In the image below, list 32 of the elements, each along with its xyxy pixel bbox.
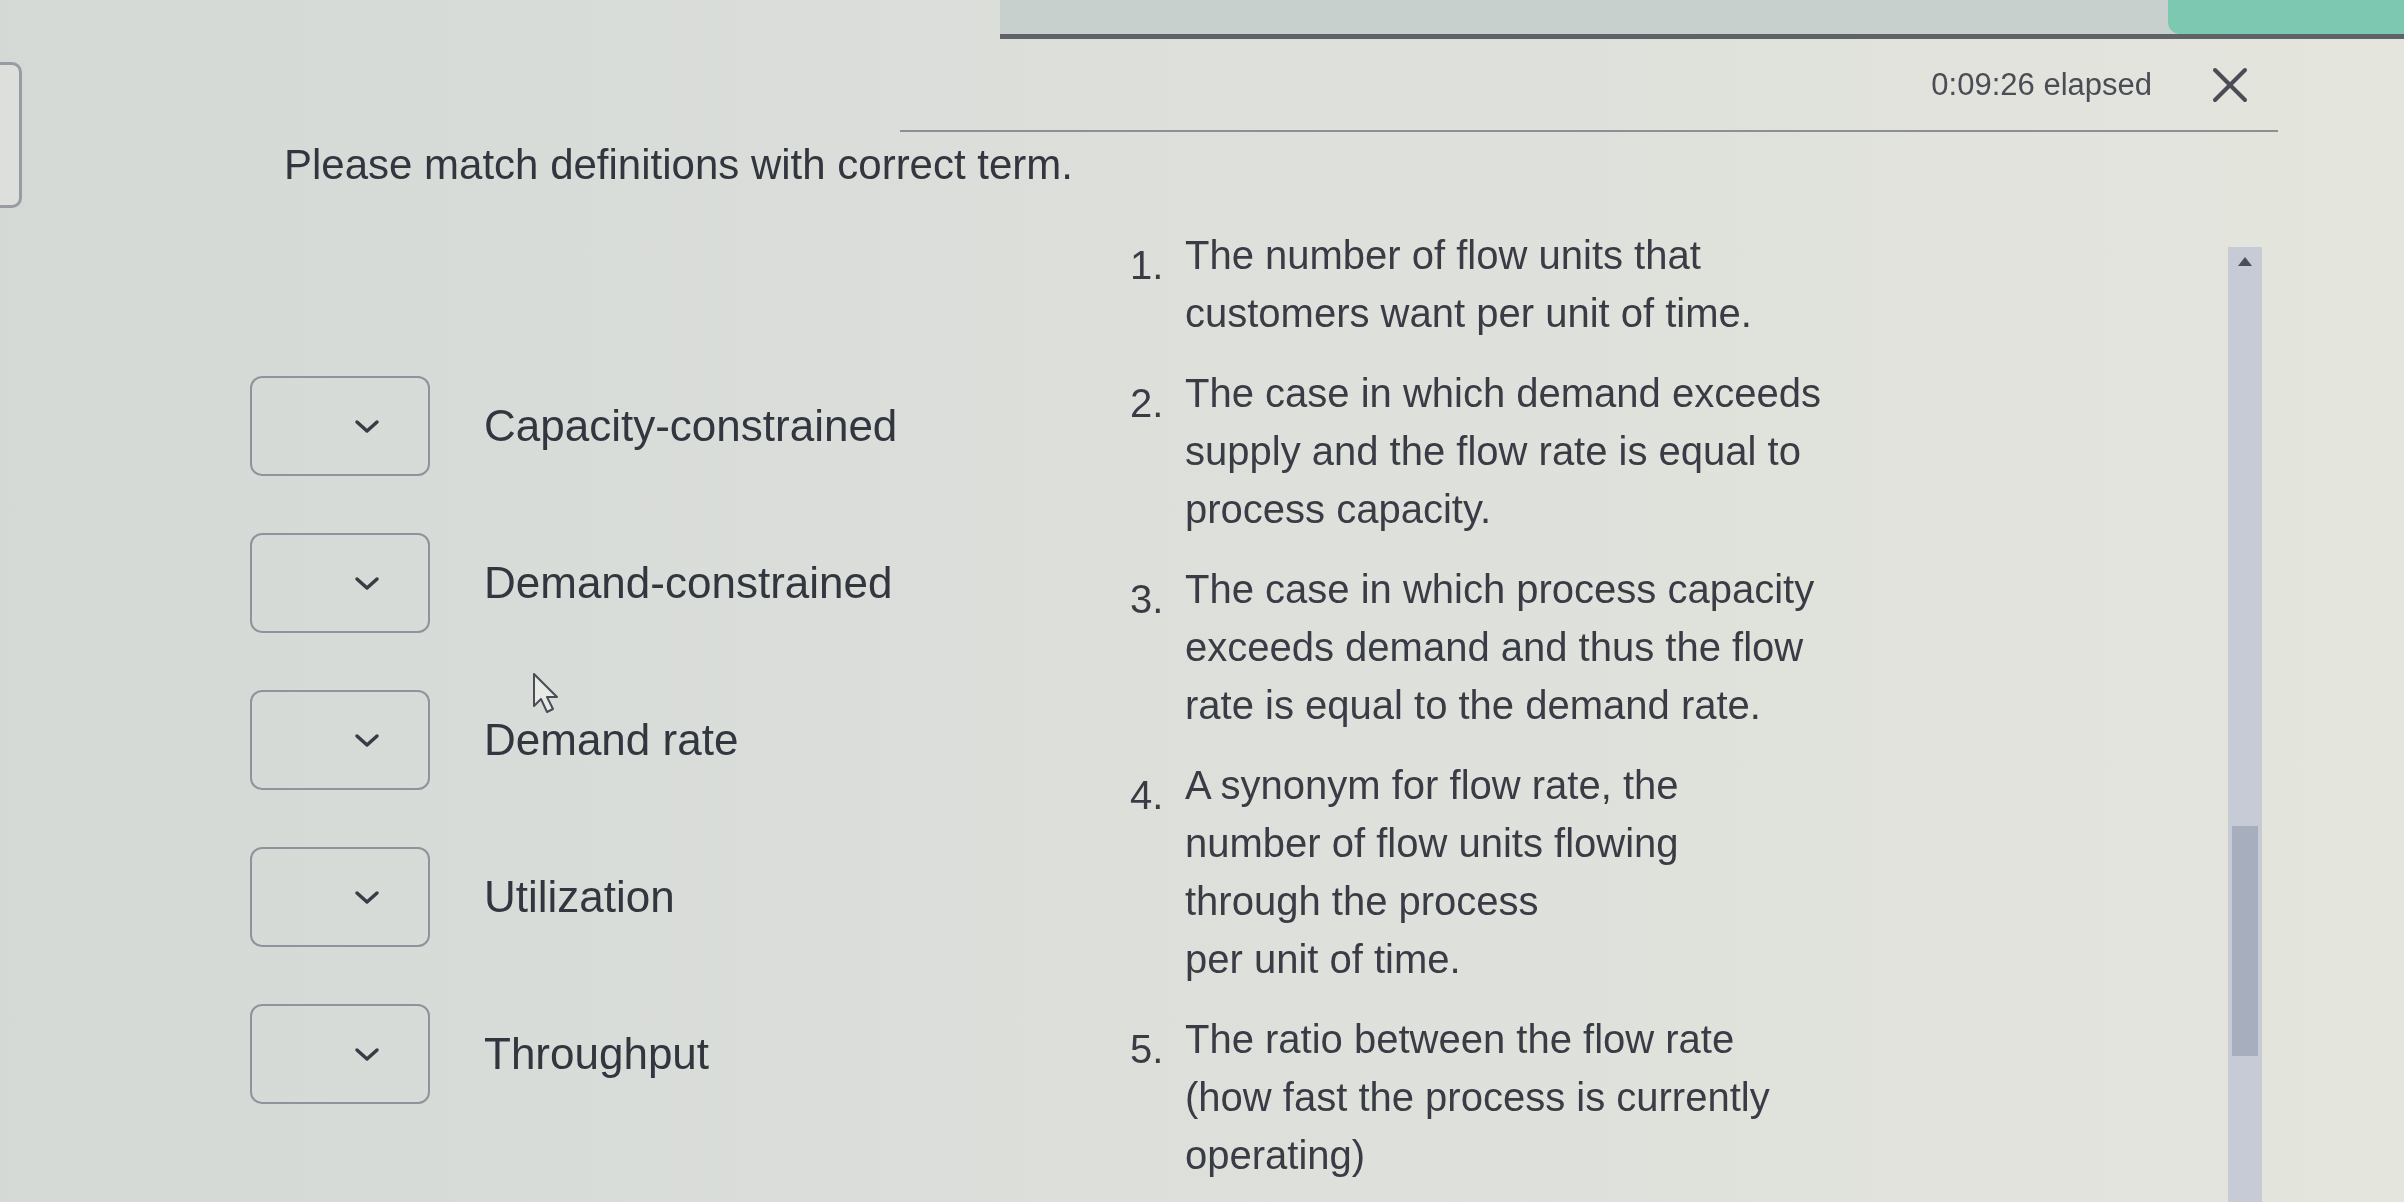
scrollbar-thumb[interactable] bbox=[2232, 826, 2258, 1056]
definition-text: The number of flow units that customers want per unit of time. bbox=[1185, 232, 1752, 337]
definition-number: 2. bbox=[1130, 380, 1165, 427]
cursor-icon bbox=[532, 672, 560, 714]
elapsed-timer: 0:09:26 elapsed bbox=[1931, 65, 2152, 104]
close-icon bbox=[2212, 66, 2248, 103]
definition-number: 4. bbox=[1130, 772, 1165, 819]
answer-dropdown[interactable] bbox=[250, 847, 430, 947]
chevron-down-icon bbox=[354, 889, 380, 905]
chevron-down-icon bbox=[354, 418, 380, 434]
definition-number: 1. bbox=[1130, 242, 1165, 289]
scrollbar[interactable] bbox=[2228, 247, 2262, 1202]
definition-text: A synonym for flow rate, the number of flow units flowing through the process per unit of time. bbox=[1185, 762, 1679, 983]
term-label: Demand rate bbox=[484, 714, 739, 766]
definition-text: The case in which process capacity exceeds demand and thus the flow rate is equal to the demand rate. bbox=[1185, 566, 1815, 729]
term-label: Capacity-constrained bbox=[484, 400, 898, 452]
chevron-down-icon bbox=[354, 575, 380, 591]
definition-number: 3. bbox=[1130, 576, 1165, 623]
chevron-down-icon bbox=[354, 1046, 380, 1062]
answer-dropdown[interactable] bbox=[250, 690, 430, 790]
answer-dropdown[interactable] bbox=[250, 1004, 430, 1104]
term-label: Utilization bbox=[484, 871, 675, 923]
answer-dropdown[interactable] bbox=[250, 376, 430, 476]
chevron-down-icon bbox=[354, 732, 380, 748]
definition-text: The case in which demand exceeds supply and the flow rate is equal to process capacity. bbox=[1185, 370, 1821, 533]
definition-text: The ratio between the flow rate (how fast the process is currently operating) bbox=[1185, 1016, 1770, 1179]
scroll-up-icon[interactable] bbox=[2238, 257, 2252, 266]
answer-dropdown[interactable] bbox=[250, 533, 430, 633]
term-label: Throughput bbox=[484, 1028, 710, 1080]
definition-number: 5. bbox=[1130, 1026, 1165, 1073]
instructions-text: Please match definitions with correct term. bbox=[284, 140, 1073, 190]
term-label: Demand-constrained bbox=[484, 557, 893, 609]
